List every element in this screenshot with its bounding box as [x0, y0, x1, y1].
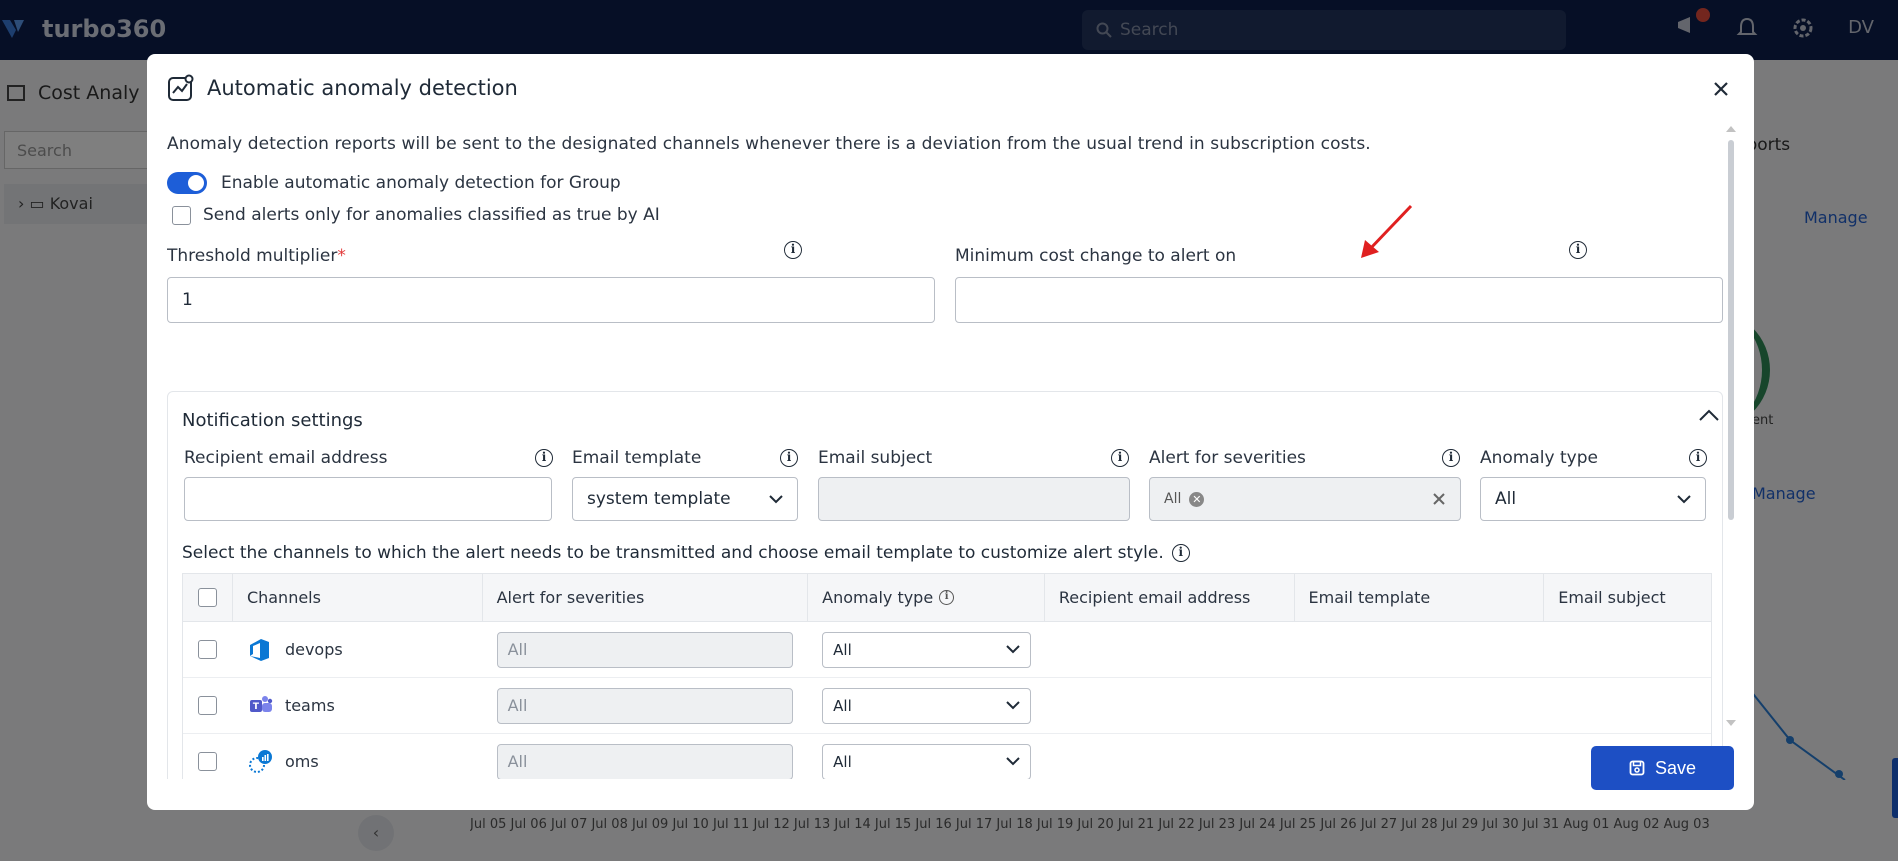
- chevron-up-icon[interactable]: [1698, 408, 1720, 422]
- row-checkbox-oms[interactable]: [198, 752, 218, 771]
- anomaly-chart-icon: [168, 74, 194, 101]
- row-severities-input[interactable]: All: [496, 687, 793, 724]
- channels-table: Channels Alert for severities Anomaly ty…: [182, 573, 1712, 779]
- save-button[interactable]: Save: [1591, 746, 1734, 790]
- email-template-select[interactable]: system template: [572, 477, 798, 521]
- svg-text:T: T: [253, 702, 260, 712]
- anomaly-info-icon[interactable]: i: [1689, 449, 1707, 467]
- channel-name: devops: [284, 640, 343, 659]
- chip-remove-icon[interactable]: ✕: [1189, 491, 1205, 507]
- row-severities-input[interactable]: All: [496, 743, 793, 779]
- channel-name: oms: [284, 752, 319, 771]
- table-row: T teams All All: [183, 678, 1711, 734]
- anomaly-detection-modal: Automatic anomaly detection Anomaly dete…: [147, 54, 1754, 810]
- close-icon[interactable]: [1710, 78, 1732, 100]
- col-anomaly-type: Anomaly type i: [808, 574, 1045, 621]
- channels-info-icon[interactable]: i: [1171, 544, 1190, 562]
- ai-only-label: Send alerts only for anomalies classifie…: [203, 205, 660, 225]
- channel-name: teams: [284, 696, 335, 715]
- threshold-info-icon[interactable]: i: [784, 241, 802, 259]
- min-cost-label: Minimum cost change to alert on: [955, 246, 1237, 266]
- anomaly-type-label: Anomaly type: [1480, 448, 1598, 468]
- channels-caption: Select the channels to which the alert n…: [182, 543, 1190, 563]
- chevron-down-icon: [1677, 494, 1691, 503]
- clear-icon[interactable]: [1432, 492, 1446, 506]
- chevron-down-icon: [769, 494, 783, 503]
- col-recipient: Recipient email address: [1045, 574, 1295, 621]
- annotation-arrow-icon: [1361, 204, 1413, 258]
- enable-anomaly-toggle[interactable]: [167, 172, 207, 194]
- template-info-icon[interactable]: i: [780, 449, 798, 467]
- alert-severities-label: Alert for severities: [1149, 448, 1306, 468]
- col-subject: Email subject: [1558, 588, 1666, 607]
- recipient-email-label: Recipient email address: [184, 448, 388, 468]
- azure-devops-icon: [249, 638, 269, 661]
- modal-scrollbar[interactable]: [1725, 124, 1737, 728]
- chevron-down-icon: [1006, 701, 1020, 710]
- col-template: Email template: [1295, 574, 1545, 621]
- notification-settings-title: Notification settings: [182, 410, 363, 431]
- select-all-checkbox[interactable]: [197, 588, 217, 607]
- threshold-multiplier-input[interactable]: 1: [167, 277, 935, 323]
- chevron-down-icon: [1006, 757, 1020, 766]
- enable-anomaly-label: Enable automatic anomaly detection for G…: [221, 173, 621, 193]
- required-mark: *: [337, 246, 346, 266]
- notification-settings-panel: Notification settings Recipient email ad…: [167, 391, 1723, 779]
- min-cost-change-input[interactable]: [955, 277, 1723, 323]
- email-template-label: Email template: [572, 448, 702, 468]
- col-channels: Channels: [233, 574, 483, 621]
- scrollbar-thumb[interactable]: [1728, 140, 1734, 520]
- row-checkbox-teams[interactable]: [198, 696, 218, 715]
- modal-title: Automatic anomaly detection: [207, 76, 518, 100]
- email-subject-input[interactable]: [818, 477, 1130, 521]
- row-checkbox-devops[interactable]: [198, 640, 218, 659]
- modal-description: Anomaly detection reports will be sent t…: [167, 134, 1371, 154]
- table-header: Channels Alert for severities Anomaly ty…: [183, 574, 1711, 622]
- ms-teams-icon: T: [249, 695, 273, 712]
- subject-info-icon[interactable]: i: [1111, 449, 1129, 467]
- oms-icon: [248, 749, 272, 773]
- col-severities: Alert for severities: [483, 574, 809, 621]
- threshold-label: Threshold multiplier*: [167, 246, 346, 266]
- row-severities-input[interactable]: All: [496, 631, 793, 668]
- modal-body: Anomaly detection reports will be sent t…: [167, 134, 1725, 779]
- anomaly-col-info-icon[interactable]: i: [939, 590, 955, 605]
- save-icon: [1629, 760, 1645, 776]
- email-subject-label: Email subject: [818, 448, 933, 468]
- row-anomaly-select[interactable]: All: [822, 631, 1032, 668]
- row-anomaly-select[interactable]: All: [822, 743, 1032, 779]
- table-row: oms All All: [183, 734, 1711, 779]
- min-cost-info-icon[interactable]: i: [1569, 241, 1587, 259]
- chevron-down-icon: [1006, 645, 1020, 654]
- alert-severities-multiselect[interactable]: All ✕: [1149, 477, 1461, 521]
- severities-info-icon[interactable]: i: [1442, 449, 1460, 467]
- table-row: devops All All: [183, 622, 1711, 678]
- save-label: Save: [1654, 757, 1697, 778]
- recipient-email-input[interactable]: [184, 477, 552, 521]
- anomaly-type-select[interactable]: All: [1480, 477, 1706, 521]
- row-anomaly-select[interactable]: All: [822, 687, 1032, 724]
- ai-only-checkbox[interactable]: [172, 205, 191, 225]
- recipient-info-icon[interactable]: i: [535, 449, 553, 467]
- severity-chip: All ✕: [1164, 491, 1205, 507]
